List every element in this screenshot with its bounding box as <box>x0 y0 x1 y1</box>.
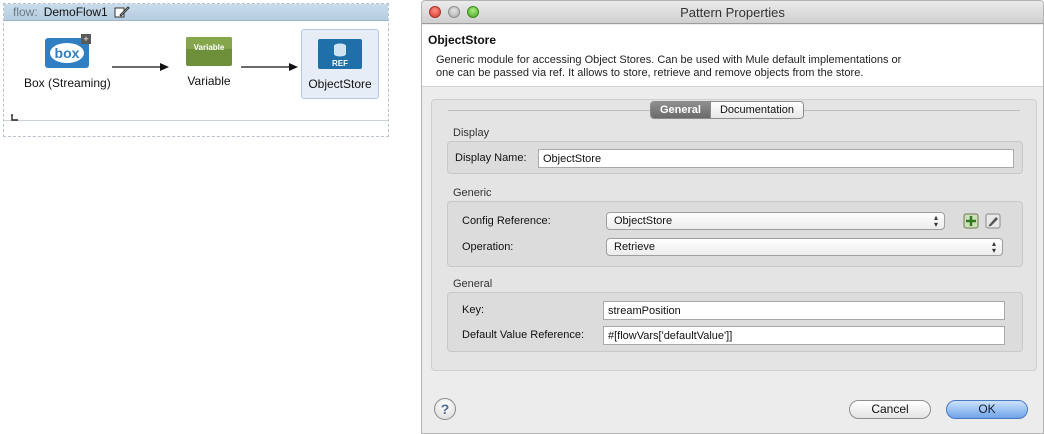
collapse-icon[interactable] <box>10 113 20 126</box>
tab-general[interactable]: General <box>651 102 710 118</box>
updown-arrows-icon: ▴ ▾ <box>991 239 996 255</box>
node-label: Variable <box>187 74 231 88</box>
flow-node-variable[interactable]: Variable Variable <box>169 34 249 88</box>
flow-node-objectstore[interactable]: REF ObjectStore <box>301 29 379 99</box>
flow-arrow <box>241 63 298 71</box>
flow-header[interactable]: flow: DemoFlow1 <box>4 4 388 21</box>
display-group: Display Name: <box>447 141 1023 174</box>
operation-select[interactable]: Retrieve ▴ ▾ <box>606 238 1003 256</box>
flow-name: DemoFlow1 <box>43 5 108 19</box>
cancel-button[interactable]: Cancel <box>849 400 931 419</box>
operation-label: Operation: <box>462 241 514 253</box>
key-input[interactable] <box>603 301 1005 320</box>
variable-transformer-icon: Variable <box>186 37 232 66</box>
dialog-description: Generic module for accessing Object Stor… <box>436 54 996 80</box>
section-title-general: General <box>453 278 493 290</box>
box-connector-icon: box + <box>45 34 91 68</box>
svg-text:box: box <box>55 45 80 61</box>
config-reference-select[interactable]: ObjectStore ▴ ▾ <box>606 212 945 230</box>
generic-group: Config Reference: ObjectStore ▴ ▾ Operati… <box>447 201 1023 267</box>
dialog-heading: ObjectStore <box>428 33 497 47</box>
key-label: Key: <box>462 304 485 316</box>
dialog-header: ObjectStore Generic module for accessing… <box>422 25 1043 87</box>
edit-flow-icon[interactable] <box>114 5 130 19</box>
add-config-icon[interactable] <box>963 213 979 229</box>
variable-icon-text: Variable <box>194 43 225 52</box>
tab-bar: General Documentation <box>432 100 1036 120</box>
default-value-reference-label: Default Value Reference: <box>462 329 585 341</box>
properties-panel: General Documentation Display Display Na… <box>431 99 1037 371</box>
default-value-reference-input[interactable] <box>603 326 1005 345</box>
flow-node-box-streaming[interactable]: box + Box (Streaming) <box>24 34 111 90</box>
description-line: one can be passed via ref. It allows to … <box>436 67 864 79</box>
tab-documentation[interactable]: Documentation <box>709 102 803 118</box>
objectstore-icon: REF <box>318 39 362 69</box>
svg-text:+: + <box>83 34 88 44</box>
section-title-generic: Generic <box>453 187 492 199</box>
flow-keyword: flow: <box>13 5 38 19</box>
node-label: ObjectStore <box>308 77 372 91</box>
display-name-label: Display Name: <box>455 152 527 164</box>
objectstore-icon-text: REF <box>332 59 348 68</box>
pattern-properties-dialog: Pattern Properties ObjectStore Generic m… <box>421 0 1044 434</box>
help-button[interactable]: ? <box>434 398 456 420</box>
general-group: Key: Default Value Reference: <box>447 292 1023 352</box>
config-reference-value: ObjectStore <box>614 215 673 227</box>
window-title: Pattern Properties <box>680 5 785 20</box>
description-line: Generic module for accessing Object Stor… <box>436 54 902 66</box>
flow-divider <box>4 120 388 121</box>
flow-canvas: flow: DemoFlow1 box + Box (Streaming) Va… <box>3 3 389 137</box>
section-title-display: Display <box>453 127 490 139</box>
updown-arrows-icon: ▴ ▾ <box>933 213 938 229</box>
display-name-input[interactable] <box>538 149 1014 168</box>
ok-button[interactable]: OK <box>946 400 1028 419</box>
node-label: Box (Streaming) <box>24 76 111 90</box>
operation-value: Retrieve <box>614 241 655 253</box>
tab-group: General Documentation <box>650 101 804 119</box>
title-bar[interactable]: Pattern Properties <box>422 1 1043 24</box>
edit-config-icon[interactable] <box>985 213 1001 229</box>
config-reference-label: Config Reference: <box>462 215 551 227</box>
flow-arrow <box>112 63 169 71</box>
